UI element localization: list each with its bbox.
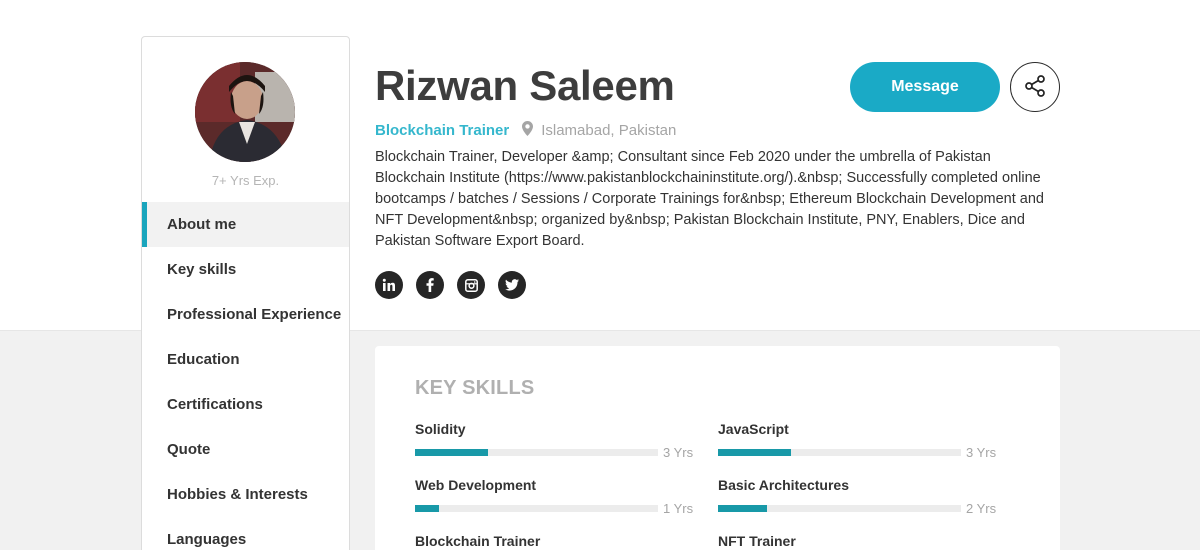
share-button[interactable] — [1010, 62, 1060, 112]
skill-years: 3 Yrs — [663, 445, 694, 460]
sidebar-item-education[interactable]: Education — [142, 337, 349, 382]
sidebar-item-certifications[interactable]: Certifications — [142, 382, 349, 427]
skill-years: 3 Yrs — [966, 445, 997, 460]
linkedin-icon[interactable] — [375, 271, 403, 299]
location-pin-icon — [522, 121, 534, 140]
skill-bar-fill — [718, 449, 791, 456]
social-links — [375, 271, 539, 299]
share-icon — [1023, 74, 1047, 101]
profile-bio: Blockchain Trainer, Developer &amp; Cons… — [375, 149, 1044, 249]
skill-bar-fill — [415, 449, 488, 456]
skill-name: JavaScript — [718, 421, 789, 437]
skill-name: Solidity — [415, 421, 466, 437]
profile-subtitle: Blockchain Trainer Islamabad, Pakistan — [375, 121, 676, 140]
message-button[interactable]: Message — [850, 62, 1000, 112]
skill-bar — [718, 449, 961, 456]
sidebar-item-about-me[interactable]: About me — [142, 202, 349, 247]
skill-name: Web Development — [415, 477, 537, 493]
key-skills-card: KEY SKILLS Solidity 3 Yrs JavaScript 3 Y… — [375, 346, 1060, 550]
sidebar-item-languages[interactable]: Languages — [142, 517, 349, 550]
profile-name: Rizwan Saleem — [375, 62, 675, 109]
skill-years: 1 Yrs — [663, 501, 694, 516]
skill-item: Web Development 1 Yrs — [415, 477, 695, 516]
facebook-icon[interactable] — [416, 271, 444, 299]
skill-name: Basic Architectures — [718, 477, 849, 493]
profile-role: Blockchain Trainer — [375, 122, 510, 139]
profile-location: Islamabad, Pakistan — [541, 122, 677, 139]
skill-bar — [415, 505, 658, 512]
skill-item: Basic Architectures 2 Yrs — [718, 477, 998, 516]
skill-item: Solidity 3 Yrs — [415, 421, 695, 460]
profile-sidebar: 7+ Yrs Exp. About me Key skills Professi… — [141, 36, 350, 550]
skill-years: 2 Yrs — [966, 501, 997, 516]
skill-item: Blockchain Trainer — [415, 533, 695, 550]
skill-name: Blockchain Trainer — [415, 533, 541, 549]
skill-item: JavaScript 3 Yrs — [718, 421, 998, 460]
instagram-icon[interactable] — [457, 271, 485, 299]
experience-label: 7+ Yrs Exp. — [211, 173, 280, 188]
sidebar-item-hobbies[interactable]: Hobbies & Interests — [142, 472, 349, 517]
skills-title: KEY SKILLS — [415, 377, 535, 399]
skill-item: NFT Trainer — [718, 533, 998, 550]
skill-bar-fill — [415, 505, 440, 512]
skill-bar — [415, 449, 658, 456]
sidebar-item-key-skills[interactable]: Key skills — [142, 247, 349, 292]
sidebar-nav: About me Key skills Professional Experie… — [142, 202, 349, 550]
avatar — [195, 62, 295, 162]
skill-bar — [718, 505, 961, 512]
skill-name: NFT Trainer — [718, 533, 796, 549]
skill-bar-fill — [718, 505, 767, 512]
sidebar-item-professional-experience[interactable]: Professional Experience — [142, 292, 349, 337]
twitter-icon[interactable] — [498, 271, 526, 299]
sidebar-item-quote[interactable]: Quote — [142, 427, 349, 472]
